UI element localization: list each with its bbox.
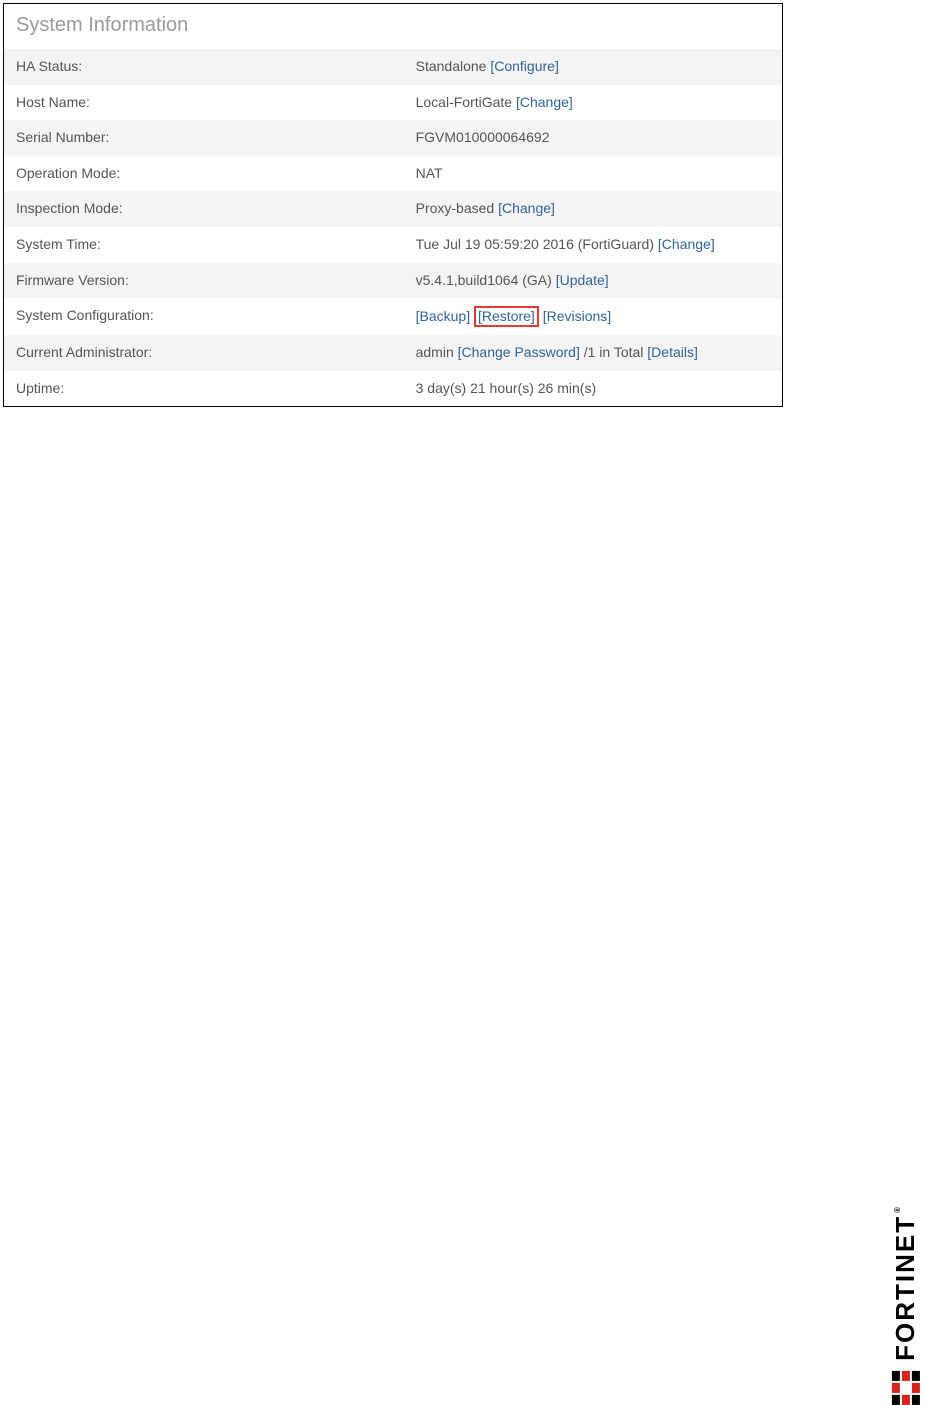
- host-name-value: Local-FortiGate: [416, 94, 512, 110]
- change-inspection-link[interactable]: Change: [498, 200, 555, 216]
- value-ha-status: Standalone Configure: [416, 57, 770, 77]
- configure-link[interactable]: Configure: [490, 58, 558, 74]
- change-password-link[interactable]: Change Password: [458, 344, 580, 360]
- admin-count-value: /1 in Total: [584, 344, 644, 360]
- restore-highlight: Restore: [474, 306, 539, 327]
- row-system-time: System Time: Tue Jul 19 05:59:20 2016 (F…: [4, 227, 782, 263]
- row-inspection-mode: Inspection Mode: Proxy-based Change: [4, 191, 782, 227]
- inspection-mode-value: Proxy-based: [416, 200, 495, 216]
- update-firmware-link[interactable]: Update: [556, 272, 609, 288]
- admin-name-value: admin: [416, 344, 454, 360]
- row-uptime: Uptime: 3 day(s) 21 hour(s) 26 min(s): [4, 371, 782, 407]
- value-system-configuration: Backup Restore Revisions: [416, 306, 770, 327]
- label-inspection-mode: Inspection Mode:: [16, 199, 416, 219]
- ha-status-value: Standalone: [416, 58, 487, 74]
- label-current-admin: Current Administrator:: [16, 343, 416, 363]
- row-serial-number: Serial Number: FGVM010000064692: [4, 120, 782, 156]
- serial-number-value: FGVM010000064692: [416, 128, 770, 148]
- fortinet-icon: [892, 1371, 920, 1405]
- change-time-link[interactable]: Change: [658, 236, 715, 252]
- system-information-panel: System Information HA Status: Standalone…: [3, 3, 783, 407]
- value-inspection-mode: Proxy-based Change: [416, 199, 770, 219]
- row-current-admin: Current Administrator: admin Change Pass…: [4, 335, 782, 371]
- value-host-name: Local-FortiGate Change: [416, 93, 770, 113]
- operation-mode-value: NAT: [416, 164, 770, 184]
- label-uptime: Uptime:: [16, 379, 416, 399]
- firmware-version-value: v5.4.1,build1064 (GA): [416, 272, 552, 288]
- uptime-value: 3 day(s) 21 hour(s) 26 min(s): [416, 379, 770, 399]
- row-system-configuration: System Configuration: Backup Restore Rev…: [4, 298, 782, 335]
- system-time-value: Tue Jul 19 05:59:20 2016 (FortiGuard): [416, 236, 654, 252]
- admin-details-link[interactable]: Details: [647, 344, 698, 360]
- label-host-name: Host Name:: [16, 93, 416, 113]
- restore-link[interactable]: Restore: [478, 308, 535, 324]
- label-firmware-version: Firmware Version:: [16, 271, 416, 291]
- revisions-link[interactable]: Revisions: [543, 308, 611, 324]
- panel-title: System Information: [4, 4, 782, 49]
- label-system-configuration: System Configuration:: [16, 306, 416, 327]
- value-firmware-version: v5.4.1,build1064 (GA) Update: [416, 271, 770, 291]
- backup-link[interactable]: Backup: [416, 308, 470, 324]
- row-operation-mode: Operation Mode: NAT: [4, 156, 782, 192]
- label-ha-status: HA Status:: [16, 57, 416, 77]
- value-current-admin: admin Change Password /1 in Total Detail…: [416, 343, 770, 363]
- change-hostname-link[interactable]: Change: [516, 94, 573, 110]
- value-system-time: Tue Jul 19 05:59:20 2016 (FortiGuard) Ch…: [416, 235, 770, 255]
- row-firmware-version: Firmware Version: v5.4.1,build1064 (GA) …: [4, 263, 782, 299]
- row-ha-status: HA Status: Standalone Configure: [4, 49, 782, 85]
- row-host-name: Host Name: Local-FortiGate Change: [4, 85, 782, 121]
- label-system-time: System Time:: [16, 235, 416, 255]
- label-operation-mode: Operation Mode:: [16, 164, 416, 184]
- label-serial-number: Serial Number:: [16, 128, 416, 148]
- brand-text: FORTINET: [890, 1209, 921, 1361]
